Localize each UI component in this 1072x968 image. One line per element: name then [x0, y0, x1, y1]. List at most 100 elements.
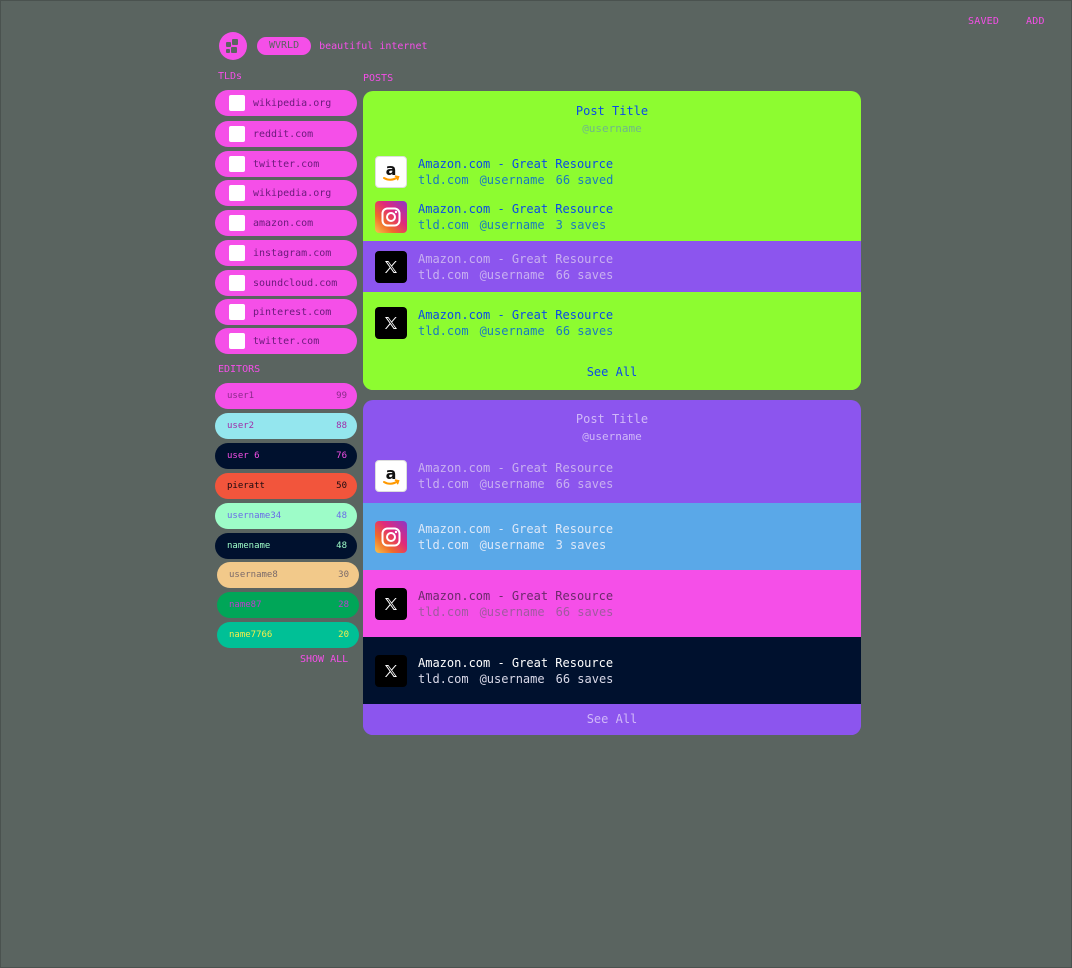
tld-item[interactable]: instagram.com	[215, 240, 357, 266]
editor-name: user1	[227, 391, 255, 401]
tld-item[interactable]: wikipedia.org	[215, 180, 357, 206]
editor-item[interactable]: namename 48	[215, 533, 357, 559]
x-icon	[375, 307, 407, 339]
resource-row[interactable]: Amazon.com - Great Resource tld.com @usern…	[363, 637, 861, 704]
checkbox[interactable]	[229, 215, 245, 231]
resource-domain[interactable]: tld.com	[418, 324, 469, 338]
resource-text: Amazon.com - Great Resource tld.com @usern…	[418, 202, 617, 232]
resource-user[interactable]: @username	[480, 672, 545, 686]
resource-user[interactable]: @username	[480, 538, 545, 552]
tld-item[interactable]: amazon.com	[215, 210, 357, 236]
resource-domain[interactable]: tld.com	[418, 218, 469, 232]
editor-item[interactable]: pieratt 50	[215, 473, 357, 499]
tlds-title: TLDs	[218, 71, 243, 82]
resource-title[interactable]: Amazon.com - Great Resource	[418, 157, 624, 171]
editor-item[interactable]: username8 30	[217, 562, 359, 588]
post-title[interactable]: Post Title	[363, 104, 861, 118]
show-all-link[interactable]: SHOW ALL	[300, 654, 348, 665]
resource-title[interactable]: Amazon.com - Great Resource	[418, 589, 624, 603]
editor-item[interactable]: user 6 76	[215, 443, 357, 469]
editor-count: 30	[338, 570, 349, 580]
resource-title[interactable]: Amazon.com - Great Resource	[418, 308, 624, 322]
post-card: Post Title @username a Amazon.com - Great R…	[363, 91, 861, 390]
resource-meta: tld.com @username 66 saves	[418, 477, 624, 491]
resource-user[interactable]: @username	[480, 173, 545, 187]
see-all-button[interactable]: See All	[363, 354, 861, 390]
checkbox[interactable]	[229, 95, 245, 111]
tld-label: twitter.com	[253, 335, 320, 347]
tld-label: soundcloud.com	[253, 277, 338, 289]
wvrld-logo-icon[interactable]	[219, 32, 247, 60]
resource-row[interactable]: a Amazon.com - Great Resource tld.com @user…	[363, 448, 861, 503]
tld-item[interactable]: wikipedia.org	[215, 90, 357, 116]
editor-item[interactable]: name7766 20	[217, 622, 359, 648]
tld-item[interactable]: twitter.com	[215, 328, 357, 354]
resource-row[interactable]: Amazon.com - Great Resource tld.com @usern…	[363, 292, 861, 354]
checkbox[interactable]	[229, 156, 245, 172]
resource-row[interactable]: Amazon.com - Great Resource tld.com @usern…	[363, 570, 861, 637]
posts-title: POSTS	[363, 73, 394, 84]
resource-domain[interactable]: tld.com	[418, 268, 469, 282]
post-username[interactable]: @username	[363, 122, 861, 135]
saved-link[interactable]: SAVED	[968, 16, 999, 27]
resource-meta: tld.com @username 66 saves	[418, 268, 624, 282]
resource-title[interactable]: Amazon.com - Great Resource	[418, 522, 617, 536]
resource-domain[interactable]: tld.com	[418, 605, 469, 619]
resource-row[interactable]: Amazon.com - Great Resource tld.com @usern…	[363, 241, 861, 292]
amazon-icon: a	[375, 156, 407, 188]
tld-item[interactable]: twitter.com	[215, 151, 357, 177]
resource-user[interactable]: @username	[480, 605, 545, 619]
tld-item[interactable]: pinterest.com	[215, 299, 357, 325]
card-header: Post Title @username	[363, 91, 861, 151]
checkbox[interactable]	[229, 185, 245, 201]
resource-title[interactable]: Amazon.com - Great Resource	[418, 656, 624, 670]
tld-item[interactable]: soundcloud.com	[215, 270, 357, 296]
resource-row[interactable]: Amazon.com - Great Resource tld.com @usern…	[363, 193, 861, 241]
resource-row[interactable]: a Amazon.com - Great Resource tld.com @user…	[363, 151, 861, 193]
resource-user[interactable]: @username	[480, 268, 545, 282]
resource-meta: tld.com @username 66 saves	[418, 324, 624, 338]
resource-text: Amazon.com - Great Resource tld.com @usern…	[418, 252, 624, 282]
instagram-icon	[375, 201, 407, 233]
x-icon	[375, 654, 407, 687]
resource-domain[interactable]: tld.com	[418, 538, 469, 552]
tld-item[interactable]: reddit.com	[215, 121, 357, 147]
resource-title[interactable]: Amazon.com - Great Resource	[418, 461, 624, 475]
editor-item[interactable]: user1 99	[215, 383, 357, 409]
resource-user[interactable]: @username	[480, 218, 545, 232]
resource-domain[interactable]: tld.com	[418, 477, 469, 491]
editor-item[interactable]: username34 48	[215, 503, 357, 529]
add-link[interactable]: ADD	[1026, 16, 1045, 27]
checkbox[interactable]	[229, 245, 245, 261]
resource-user[interactable]: @username	[480, 324, 545, 338]
see-all-button[interactable]: See All	[363, 704, 861, 735]
amazon-icon: a	[375, 459, 407, 492]
resource-meta: tld.com @username 66 saves	[418, 672, 624, 686]
tld-label: pinterest.com	[253, 306, 332, 318]
editor-count: 50	[336, 481, 347, 491]
post-username[interactable]: @username	[363, 430, 861, 443]
resource-text: Amazon.com - Great Resource tld.com @usern…	[418, 461, 624, 491]
resource-domain[interactable]: tld.com	[418, 672, 469, 686]
editor-name: pieratt	[227, 481, 265, 491]
checkbox[interactable]	[229, 333, 245, 349]
checkbox[interactable]	[229, 304, 245, 320]
tld-label: reddit.com	[253, 128, 314, 140]
brand-header: WVRLD beautiful internet	[219, 32, 427, 60]
editor-item[interactable]: user2 88	[215, 413, 357, 439]
resource-text: Amazon.com - Great Resource tld.com @usern…	[418, 522, 617, 552]
editor-item[interactable]: name87 28	[217, 592, 359, 618]
resource-title[interactable]: Amazon.com - Great Resource	[418, 202, 617, 216]
checkbox[interactable]	[229, 275, 245, 291]
editor-name: username34	[227, 511, 282, 521]
post-title[interactable]: Post Title	[363, 412, 861, 426]
resource-saves: 66 saved	[555, 173, 614, 187]
resource-row[interactable]: Amazon.com - Great Resource tld.com @usern…	[363, 503, 861, 570]
editor-name: name87	[229, 600, 262, 610]
resource-title[interactable]: Amazon.com - Great Resource	[418, 252, 624, 266]
brand-pill[interactable]: WVRLD	[257, 37, 312, 55]
resource-domain[interactable]: tld.com	[418, 173, 469, 187]
checkbox[interactable]	[229, 126, 245, 142]
resource-user[interactable]: @username	[480, 477, 545, 491]
editor-name: name7766	[229, 630, 273, 640]
